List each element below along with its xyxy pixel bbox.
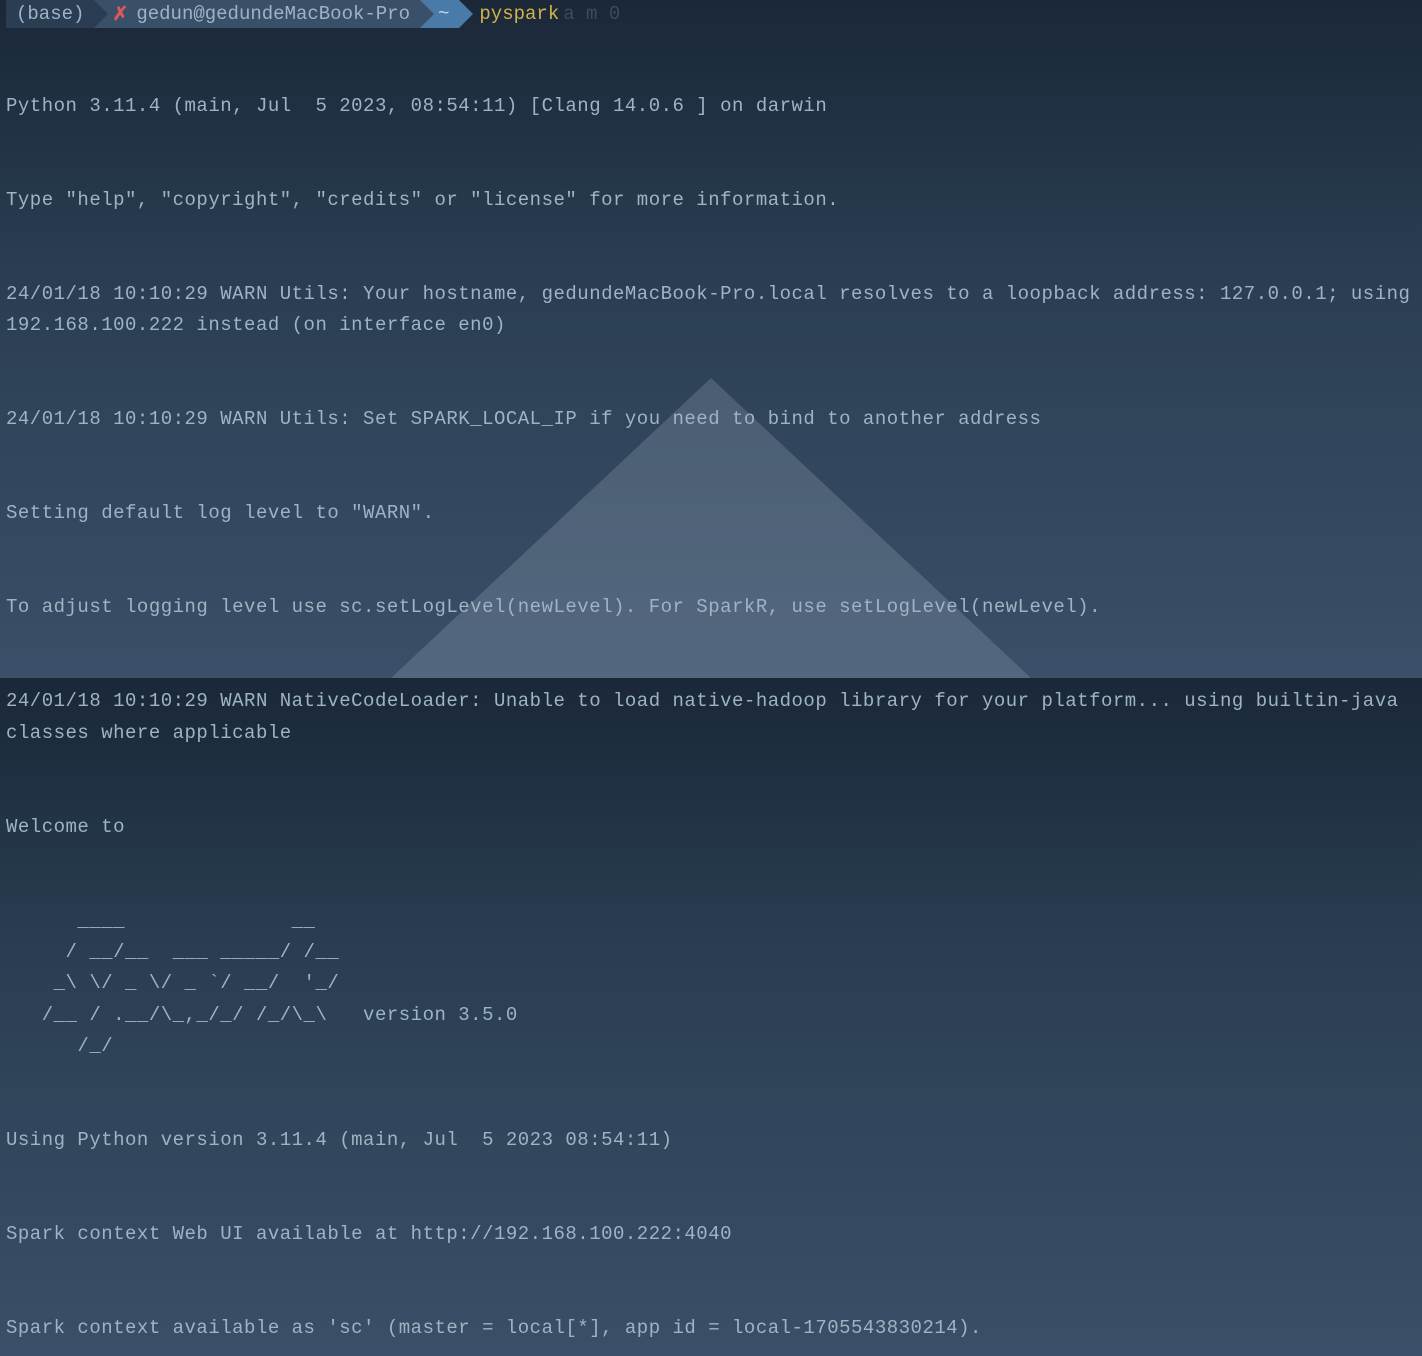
- prompt-env: (base): [16, 3, 84, 25]
- prompt-user-host: gedun@gedundeMacBook-Pro: [136, 3, 410, 25]
- output-line: 24/01/18 10:10:29 WARN NativeCodeLoader:…: [6, 686, 1416, 749]
- terminal-output: Python 3.11.4 (main, Jul 5 2023, 08:54:1…: [6, 28, 1416, 1356]
- prompt-env-segment: (base): [6, 0, 94, 28]
- segment-arrow-icon: [94, 0, 108, 28]
- output-line: 24/01/18 10:10:29 WARN Utils: Set SPARK_…: [6, 404, 1416, 435]
- output-line: Spark context available as 'sc' (master …: [6, 1313, 1416, 1344]
- output-line: Using Python version 3.11.4 (main, Jul 5…: [6, 1125, 1416, 1156]
- output-line: 24/01/18 10:10:29 WARN Utils: Your hostn…: [6, 279, 1416, 342]
- output-line: Type "help", "copyright", "credits" or "…: [6, 185, 1416, 216]
- segment-arrow-icon: [420, 0, 434, 28]
- spark-ascii-logo: ____ __ / __/__ ___ _____/ /__ _\ \/ _ \…: [6, 906, 1416, 1063]
- segment-arrow-icon: [459, 0, 473, 28]
- output-line: Python 3.11.4 (main, Jul 5 2023, 08:54:1…: [6, 91, 1416, 122]
- terminal-window[interactable]: (base) ✗ gedun@gedundeMacBook-Pro ~ pysp…: [0, 0, 1422, 1356]
- prompt-host-segment: ✗ gedun@gedundeMacBook-Pro: [94, 0, 420, 28]
- prompt-bar: (base) ✗ gedun@gedundeMacBook-Pro ~ pysp…: [6, 0, 1416, 28]
- command-text: pyspark: [479, 3, 559, 25]
- output-line: Welcome to: [6, 812, 1416, 843]
- status-cross-icon: ✗: [112, 3, 128, 26]
- ghost-suggestion: a m 0: [563, 3, 620, 25]
- output-line: Spark context Web UI available at http:/…: [6, 1219, 1416, 1250]
- output-line: To adjust logging level use sc.setLogLev…: [6, 592, 1416, 623]
- output-line: Setting default log level to "WARN".: [6, 498, 1416, 529]
- prompt-dir: ~: [438, 3, 449, 25]
